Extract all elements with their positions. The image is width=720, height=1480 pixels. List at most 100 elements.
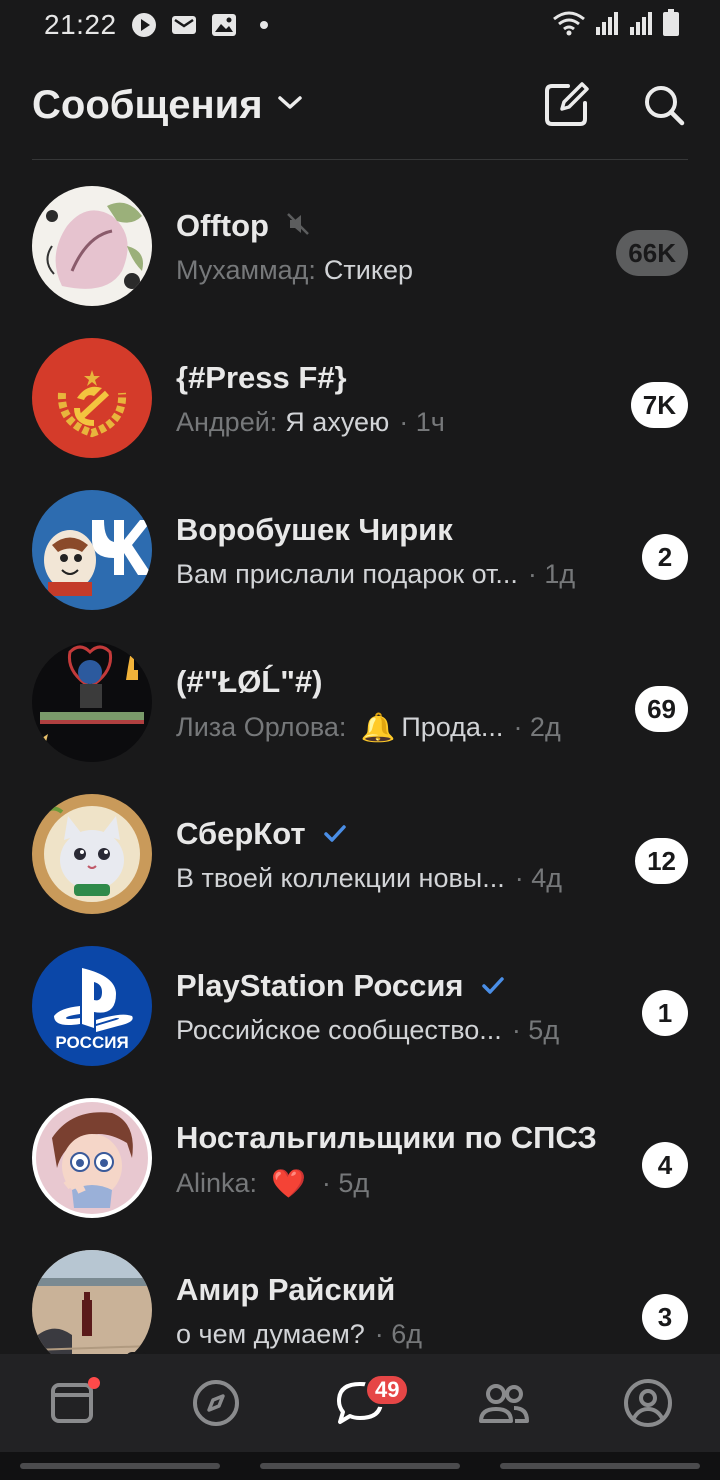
unread-badge: 69 [635, 686, 688, 732]
preview-text: В твоей коллекции новы... [176, 863, 505, 893]
chat-row-lol[interactable]: (#"ŁØĹ"#) Лиза Орлова: 🔔 Прода... · 2д 6… [0, 616, 720, 768]
chat-preview: о чем думаем? · 6д [176, 1319, 422, 1350]
nav-discover[interactable] [186, 1373, 246, 1433]
chat-preview: В твоей коллекции новы... · 4д [176, 863, 562, 894]
signal-icon [594, 10, 620, 41]
chat-row-sberkot[interactable]: СберКот В твоей коллекции новы... · 4д 1… [0, 768, 720, 920]
search-button[interactable] [640, 81, 688, 129]
chat-name-line: {#Press F#} [176, 360, 347, 396]
chat-body: СберКот В твоей коллекции новы... · 4д [176, 768, 688, 920]
unread-badge: 2 [642, 534, 688, 580]
preview-text: о чем думаем? [176, 1319, 365, 1349]
preview-author: Андрей: [176, 407, 278, 437]
preview-text: Вам прислали подарок от... [176, 559, 518, 589]
status-bar: 21:22 [0, 0, 720, 50]
ps-caption: РОССИЯ [55, 1033, 128, 1052]
chat-body: Амир Райский о чем думаем? · 6д [176, 1224, 688, 1354]
nav-messages[interactable]: 49 [330, 1373, 411, 1433]
chevron-down-icon [277, 93, 303, 118]
unread-badge: 4 [642, 1142, 688, 1188]
chat-name: (#"ŁØĹ"#) [176, 664, 323, 699]
chat-name: Offtop [176, 208, 269, 243]
nav-friends[interactable] [474, 1373, 534, 1433]
avatar [32, 490, 152, 610]
chat-name-line: PlayStation Россия [176, 968, 506, 1004]
chat-row-playstation[interactable]: РОССИЯ PlayStation Россия Российское соо… [0, 920, 720, 1072]
page-title: Сообщения [32, 82, 263, 127]
nav-news[interactable] [42, 1373, 102, 1433]
heart-emoji: ❤️ [271, 1168, 306, 1199]
chat-name: {#Press F#} [176, 360, 347, 395]
chat-name: Воробушек Чирик [176, 512, 453, 547]
play-icon [131, 12, 157, 38]
status-left: 21:22 [44, 9, 277, 41]
notification-dot [88, 1377, 100, 1389]
bottom-nav: 49 [0, 1354, 720, 1452]
chat-name: СберКот [176, 816, 306, 851]
chat-body: Offtop Мухаммад: Стикер [176, 160, 688, 312]
chat-body: Ностальгильщики по СПСЗ Alinka: ❤️ · 5д [176, 1072, 688, 1224]
chat-preview: Российское сообщество... · 5д [176, 1015, 559, 1046]
chat-preview: Андрей: Я ахуею · 1ч [176, 407, 445, 438]
unread-badge: 1 [642, 990, 688, 1036]
preview-time: · 2д [513, 712, 561, 742]
preview-author: Лиза Орлова: [176, 712, 347, 742]
chat-body: Воробушек Чирик Вам прислали подарок от.… [176, 464, 688, 616]
verified-icon [323, 825, 346, 842]
avatar: РОССИЯ [32, 946, 152, 1066]
header-actions [542, 81, 688, 129]
avatar [32, 1098, 152, 1218]
unread-badge: 7K [630, 382, 688, 428]
chat-name-line: СберКот [176, 816, 348, 852]
chat-name-line: Offtop [176, 208, 311, 244]
preview-text: Я ахуею [285, 407, 390, 437]
gesture-handle[interactable] [20, 1463, 220, 1469]
gesture-handle[interactable] [500, 1463, 700, 1469]
chat-name-line: (#"ŁØĹ"#) [176, 664, 323, 700]
unread-badge: 3 [642, 1294, 688, 1340]
profile-icon [624, 1379, 672, 1427]
compose-button[interactable] [542, 81, 590, 129]
chat-body: {#Press F#} Андрей: Я ахуею · 1ч [176, 312, 688, 464]
status-time: 21:22 [44, 9, 117, 40]
chat-name-line: Ностальгильщики по СПСЗ [176, 1120, 597, 1156]
nav-profile[interactable] [618, 1373, 678, 1433]
messages-badge: 49 [364, 1373, 411, 1407]
chat-row-vorobushek[interactable]: Воробушек Чирик Вам прислали подарок от.… [0, 464, 720, 616]
chat-name: Ностальгильщики по СПСЗ [176, 1120, 597, 1155]
wifi-icon [552, 10, 586, 41]
search-icon [645, 86, 685, 126]
preview-author: Мухаммад: [176, 255, 316, 285]
preview-time: · 5д [511, 1015, 560, 1045]
chat-list: Offtop Мухаммад: Стикер 66K {#Press F#} … [0, 160, 720, 1354]
title-dropdown[interactable]: Сообщения [32, 83, 303, 128]
preview-time: · 5д [321, 1168, 370, 1198]
avatar [32, 186, 152, 306]
avatar [32, 794, 152, 914]
chat-row-amir[interactable]: Амир Райский о чем думаем? · 6д 3 [0, 1224, 720, 1354]
chat-row-offtop[interactable]: Offtop Мухаммад: Стикер 66K [0, 160, 720, 312]
chat-preview: Вам прислали подарок от... · 1д [176, 559, 575, 590]
preview-time: · 6д [374, 1319, 423, 1349]
chat-row-nostalgia[interactable]: Ностальгильщики по СПСЗ Alinka: ❤️ · 5д … [0, 1072, 720, 1224]
battery-icon [662, 8, 680, 42]
avatar [32, 642, 152, 762]
chat-name: PlayStation Россия [176, 968, 464, 1003]
signal-icon [628, 10, 654, 41]
discover-icon [193, 1380, 239, 1426]
dot-icon [251, 12, 277, 38]
image-icon [211, 12, 237, 38]
preview-time: · 1д [527, 559, 576, 589]
preview-author: Alinka: [176, 1168, 258, 1198]
chat-row-press-f[interactable]: {#Press F#} Андрей: Я ахуею · 1ч 7K [0, 312, 720, 464]
gesture-handle[interactable] [260, 1463, 460, 1469]
preview-text: Стикер [323, 255, 414, 285]
unread-badge: 66K [616, 230, 688, 276]
friends-icon [479, 1384, 529, 1423]
chat-preview: Лиза Орлова: 🔔 Прода... · 2д [176, 711, 561, 744]
chat-name-line: Амир Райский [176, 1272, 395, 1308]
avatar [32, 1250, 152, 1354]
gesture-bar [0, 1452, 720, 1480]
status-right [552, 8, 680, 42]
preview-time: · 1ч [399, 407, 445, 437]
